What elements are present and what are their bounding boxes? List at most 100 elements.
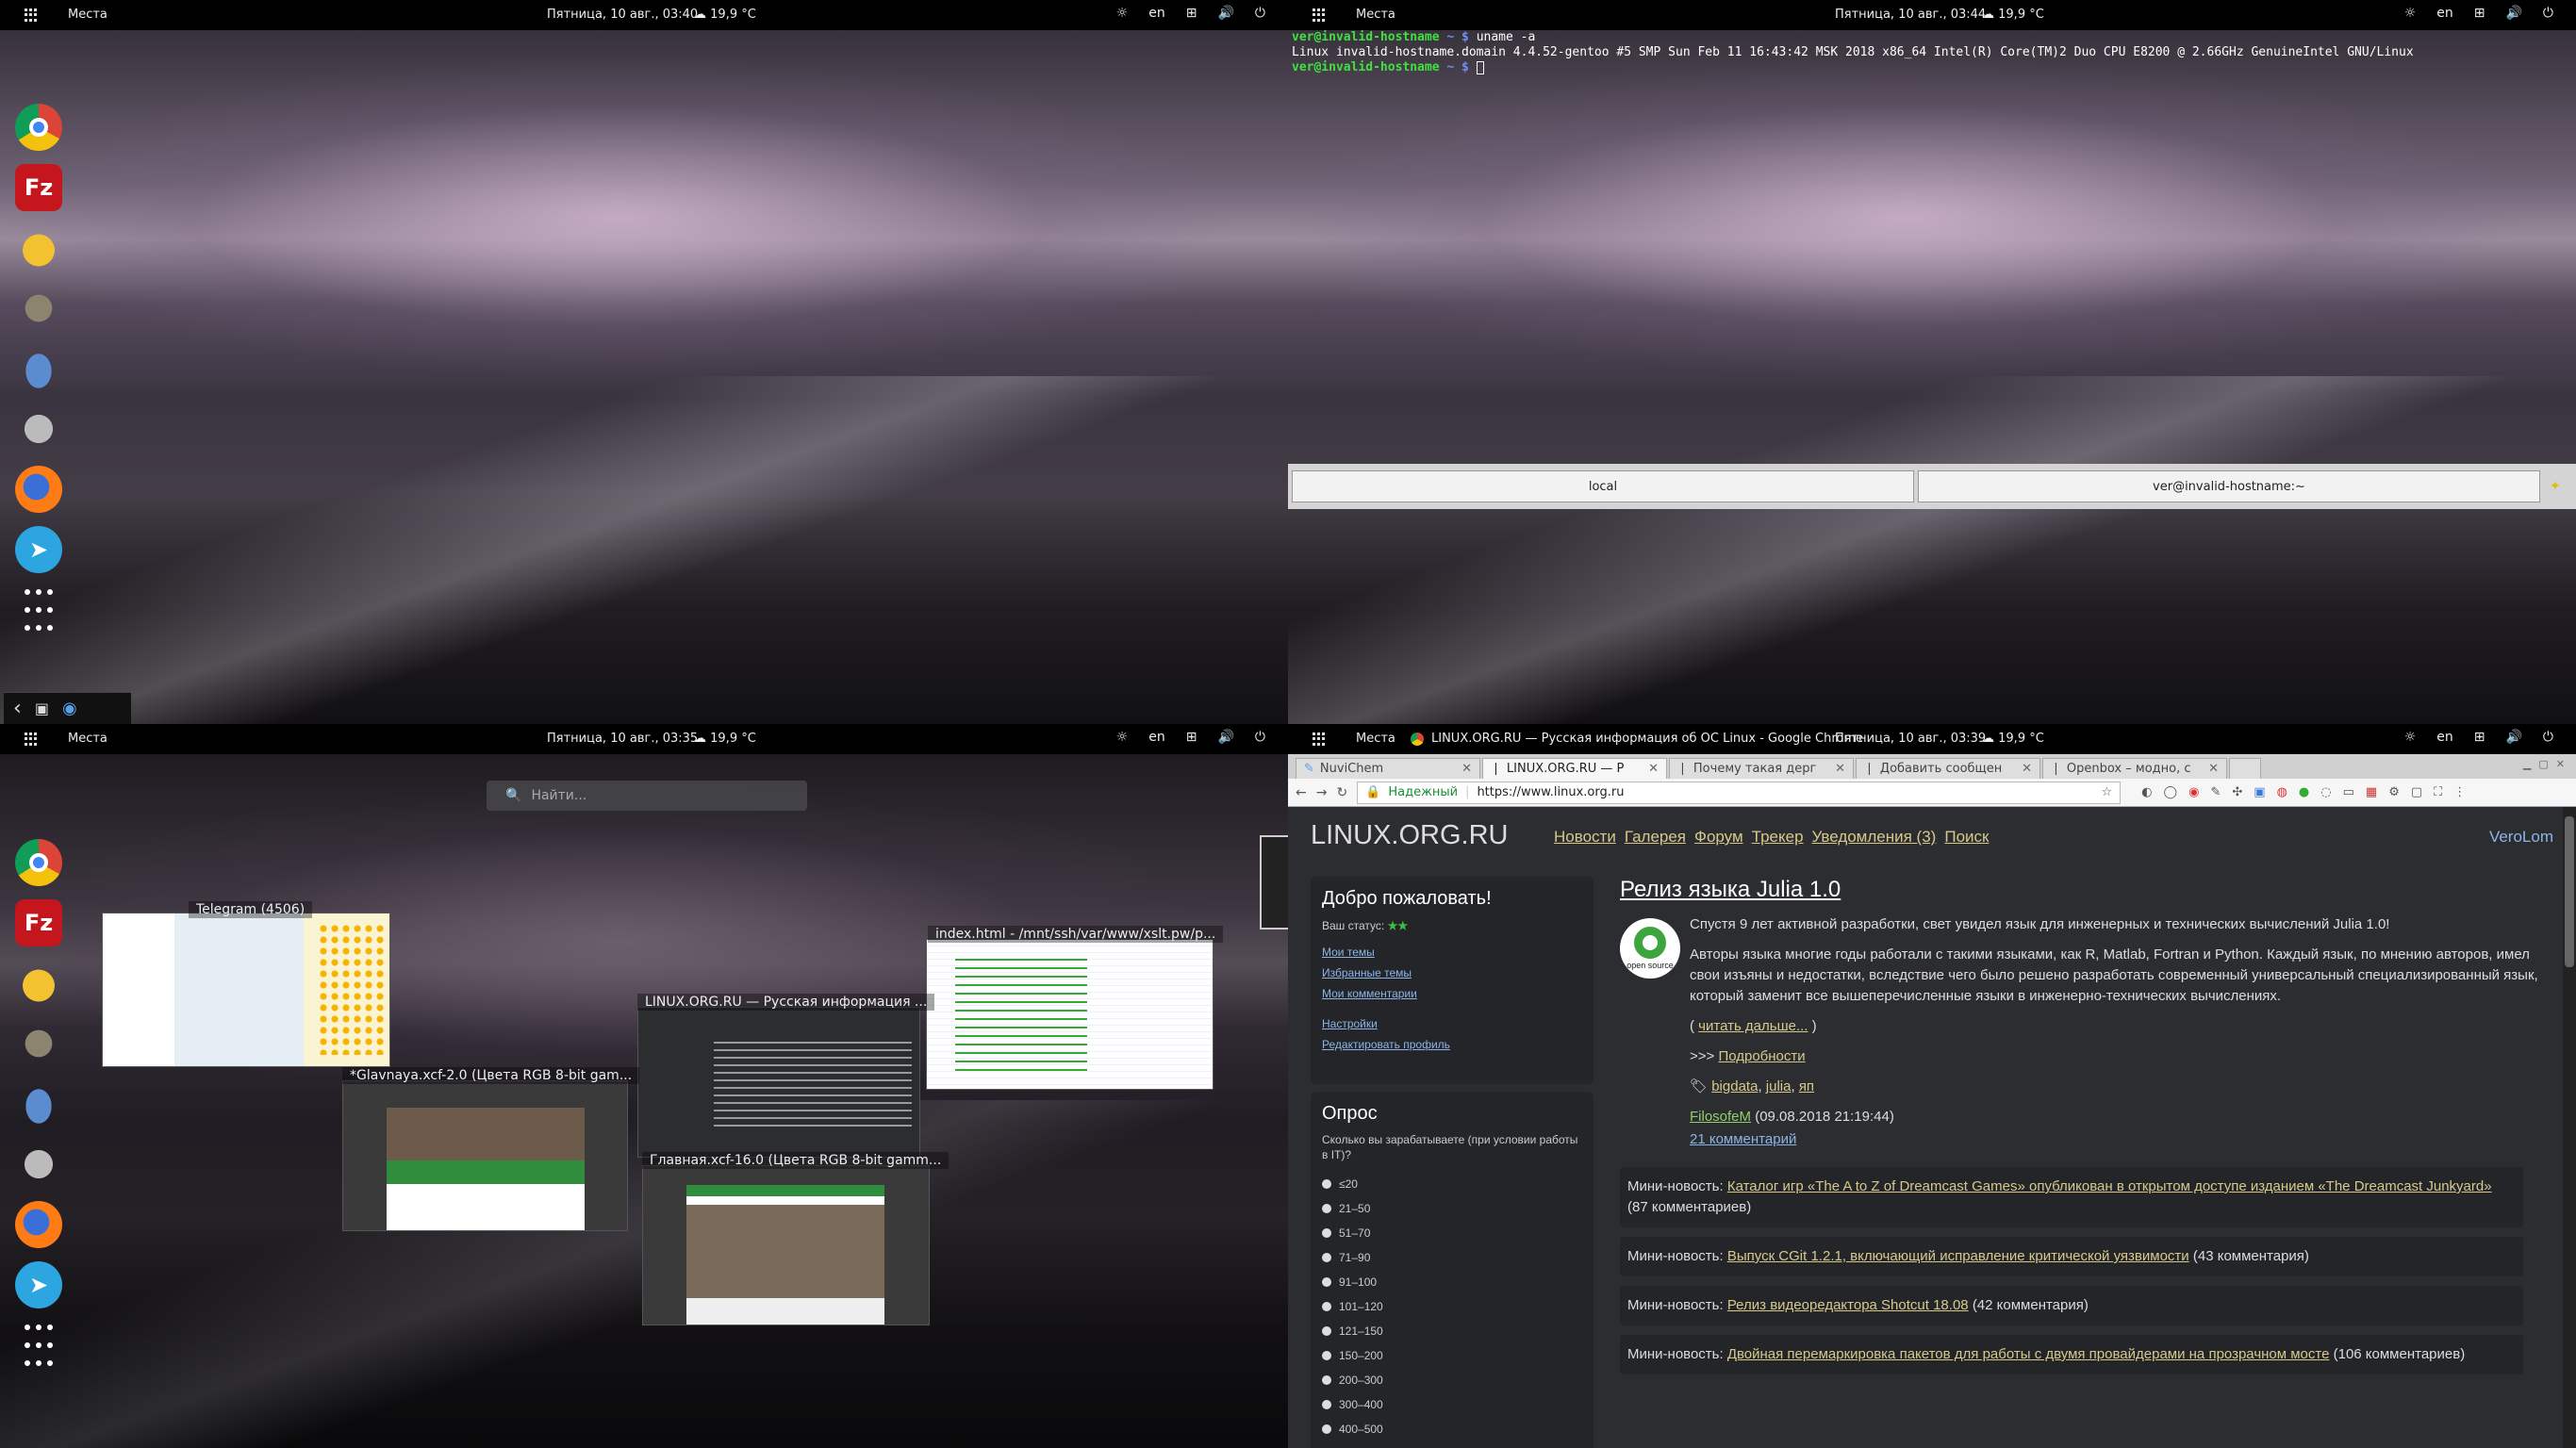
radio-icon[interactable] bbox=[1322, 1326, 1331, 1336]
volume-icon[interactable]: 🔊 bbox=[2505, 6, 2521, 21]
radio-icon[interactable] bbox=[1322, 1179, 1331, 1189]
gimp-icon[interactable] bbox=[15, 1020, 62, 1067]
clock[interactable]: Пятница, 10 авг., 03:39 bbox=[1835, 732, 1986, 746]
poll-option[interactable]: 71–90 bbox=[1322, 1245, 1582, 1270]
forward-icon[interactable]: → bbox=[1316, 785, 1328, 800]
radio-icon[interactable] bbox=[1322, 1375, 1331, 1385]
extension-icon[interactable]: ◐ bbox=[2141, 785, 2152, 799]
scrollbar[interactable] bbox=[2563, 807, 2576, 1448]
nav-notifications[interactable]: Уведомления (3) bbox=[1812, 828, 1937, 847]
new-tab-icon[interactable]: ✦ bbox=[2550, 479, 2561, 494]
network-icon[interactable]: ⊞ bbox=[2474, 6, 2485, 21]
radio-icon[interactable] bbox=[1322, 1400, 1331, 1409]
tab[interactable]: ❘ Почему такая дерг ✕ bbox=[1669, 758, 1854, 779]
radio-icon[interactable] bbox=[1322, 1302, 1331, 1311]
close-icon[interactable]: ✕ bbox=[1835, 762, 1845, 776]
power-icon[interactable]: ⏻ bbox=[1255, 6, 1265, 21]
back-icon[interactable]: ← bbox=[1296, 785, 1307, 800]
places-menu[interactable]: Места bbox=[1356, 8, 1395, 22]
power-icon[interactable]: ⏻ bbox=[2543, 730, 2553, 745]
terminal-tab-local[interactable]: local bbox=[1292, 470, 1914, 502]
brightness-icon[interactable]: ☼ bbox=[1116, 730, 1129, 745]
poll-option[interactable]: 300–400 bbox=[1322, 1392, 1582, 1417]
extension-icon[interactable]: ✎ bbox=[2210, 785, 2221, 799]
comments-link[interactable]: 21 комментарий bbox=[1690, 1131, 1796, 1147]
window-thumb-telegram[interactable] bbox=[102, 913, 390, 1067]
weather-indicator[interactable]: ☁ 19,9 °C bbox=[694, 732, 756, 746]
extension-icon[interactable]: ⛶ bbox=[2434, 785, 2442, 799]
weather-indicator[interactable]: ☁ 19,9 °C bbox=[694, 8, 756, 22]
window-thumb-gimp-1[interactable] bbox=[342, 1080, 628, 1231]
nav-tracker[interactable]: Трекер bbox=[1752, 828, 1804, 847]
chrome-icon[interactable] bbox=[15, 839, 62, 886]
close-icon[interactable]: ✕ bbox=[2208, 762, 2219, 776]
places-menu[interactable]: Места bbox=[68, 8, 107, 22]
terminal-output[interactable]: ver@invalid-hostname ~ $ uname -a Linux … bbox=[1288, 30, 2576, 75]
article-title[interactable]: Релиз языка Julia 1.0 bbox=[1620, 877, 2544, 903]
nav-forum[interactable]: Форум bbox=[1694, 828, 1743, 847]
tag-link[interactable]: bigdata bbox=[1711, 1078, 1758, 1094]
chrome-task-icon[interactable]: ◉ bbox=[62, 699, 77, 718]
clock[interactable]: Пятница, 10 авг., 03:44 bbox=[1835, 8, 1986, 22]
radio-icon[interactable] bbox=[1322, 1277, 1331, 1287]
volume-icon[interactable]: 🔊 bbox=[2505, 730, 2521, 745]
link-edit-profile[interactable]: Редактировать профиль bbox=[1322, 1038, 1582, 1051]
app-grid-icon[interactable] bbox=[15, 1322, 62, 1369]
filezilla-icon[interactable]: Fz bbox=[15, 164, 62, 211]
overview-search[interactable]: 🔍 Найти... bbox=[487, 781, 807, 811]
clock[interactable]: Пятница, 10 авг., 03:35 bbox=[547, 732, 698, 746]
network-icon[interactable]: ⊞ bbox=[1186, 730, 1197, 745]
extension-icon[interactable]: ◉ bbox=[2188, 785, 2199, 799]
poll-option[interactable]: 400–500 bbox=[1322, 1417, 1582, 1441]
firefox-icon[interactable] bbox=[15, 1201, 62, 1248]
brightness-icon[interactable]: ☼ bbox=[2404, 6, 2417, 21]
window-thumb-editor[interactable] bbox=[926, 939, 1214, 1090]
poll-option[interactable]: 51–70 bbox=[1322, 1221, 1582, 1245]
extension-icon[interactable]: ▭ bbox=[2343, 785, 2354, 799]
radio-icon[interactable] bbox=[1322, 1204, 1331, 1213]
extension-icon[interactable]: ◍ bbox=[2277, 785, 2287, 799]
terminal-tab-ssh[interactable]: ver@invalid-hostname:~ bbox=[1918, 470, 2540, 502]
activities-icon[interactable] bbox=[25, 8, 38, 22]
new-tab-button[interactable] bbox=[2229, 758, 2261, 779]
extension-icon[interactable]: ◌ bbox=[2320, 785, 2331, 799]
tag-link[interactable]: julia bbox=[1766, 1078, 1792, 1094]
window-thumb-browser[interactable] bbox=[637, 1007, 920, 1158]
gimp-icon[interactable] bbox=[15, 285, 62, 332]
tab[interactable]: ✎ NuviChem ✕ bbox=[1296, 758, 1480, 779]
link-my-topics[interactable]: Мои темы bbox=[1322, 946, 1582, 959]
close-icon[interactable]: ✕ bbox=[1461, 762, 1472, 776]
maximize-icon[interactable]: ▢ bbox=[2538, 758, 2548, 770]
weather-indicator[interactable]: ☁ 19,9 °C bbox=[1982, 732, 2044, 746]
network-icon[interactable]: ⊞ bbox=[2474, 730, 2485, 745]
radio-icon[interactable] bbox=[1322, 1351, 1331, 1360]
nav-news[interactable]: Новости bbox=[1554, 828, 1616, 847]
extension-icon[interactable]: ▢ bbox=[2411, 785, 2422, 799]
focused-app[interactable]: LINUX.ORG.RU — Русская информация об ОС … bbox=[1411, 732, 1863, 746]
keyboard-layout[interactable]: en bbox=[1148, 6, 1165, 21]
nav-search[interactable]: Поиск bbox=[1944, 828, 1989, 847]
poll-option[interactable]: 121–150 bbox=[1322, 1319, 1582, 1343]
poll-option[interactable]: 150–200 bbox=[1322, 1343, 1582, 1368]
filezilla-icon[interactable]: Fz bbox=[15, 899, 62, 946]
address-bar[interactable]: 🔒 Надежный | https://www.linux.org.ru ☆ bbox=[1357, 781, 2122, 804]
brightness-icon[interactable]: ☼ bbox=[2404, 730, 2417, 745]
site-logo[interactable]: LINUX.ORG.RU bbox=[1311, 820, 1508, 851]
extension-icon[interactable]: ◯ bbox=[2164, 785, 2178, 799]
volume-icon[interactable]: 🔊 bbox=[1217, 6, 1233, 21]
poll-option[interactable]: 101–120 bbox=[1322, 1294, 1582, 1319]
keyboard-layout[interactable]: en bbox=[1148, 730, 1165, 745]
teapot-icon[interactable] bbox=[15, 960, 62, 1007]
keyboard-layout[interactable]: en bbox=[2436, 730, 2453, 745]
minimize-icon[interactable]: ▁ bbox=[2523, 758, 2531, 770]
network-icon[interactable]: ⊞ bbox=[1186, 6, 1197, 21]
keyboard-layout[interactable]: en bbox=[2436, 6, 2453, 21]
close-window-icon[interactable]: ✕ bbox=[2556, 758, 2565, 770]
mini-link[interactable]: Релиз видеоредактора Shotcut 18.08 bbox=[1727, 1297, 1969, 1313]
clock[interactable]: Пятница, 10 авг., 03:40 bbox=[547, 8, 698, 22]
places-menu[interactable]: Места bbox=[68, 732, 107, 746]
close-icon[interactable]: ✕ bbox=[2022, 762, 2032, 776]
activities-icon[interactable] bbox=[1313, 732, 1326, 746]
radio-icon[interactable] bbox=[1322, 1253, 1331, 1262]
extension-icon[interactable]: ▣ bbox=[2254, 785, 2265, 799]
